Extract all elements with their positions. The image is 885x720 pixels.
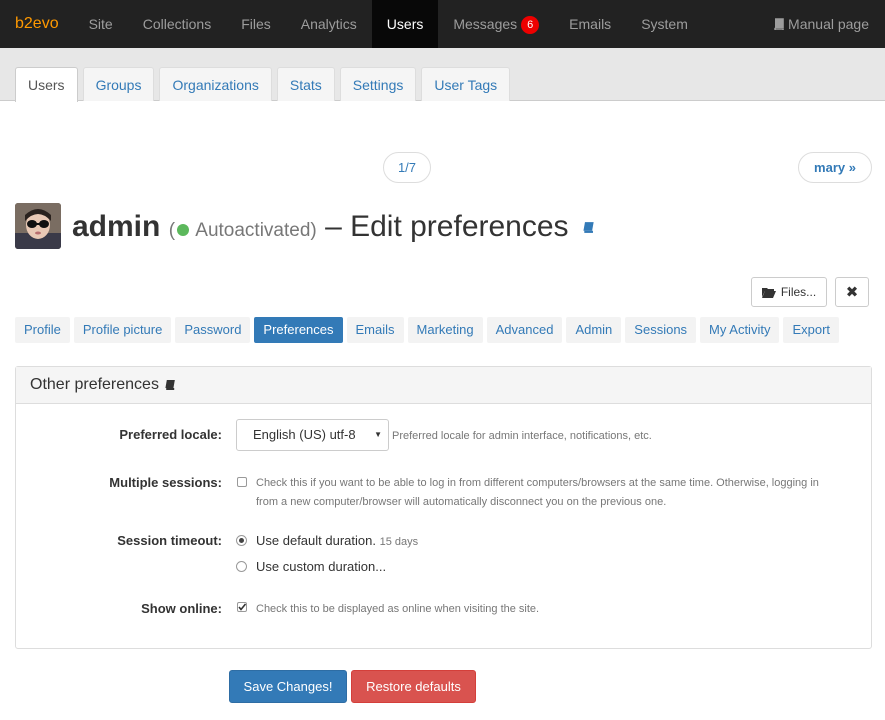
subtab-user-tags[interactable]: User Tags: [421, 67, 511, 101]
subtab-organizations[interactable]: Organizations: [159, 67, 272, 101]
save-changes-button[interactable]: Save Changes!: [229, 670, 347, 703]
manual-page-link[interactable]: Manual page: [773, 0, 869, 48]
tab-password[interactable]: Password: [175, 317, 251, 343]
custom-duration-radio[interactable]: [236, 561, 247, 572]
close-icon: ✖: [845, 284, 859, 301]
files-button[interactable]: Files...: [751, 277, 827, 307]
manual-book-icon[interactable]: [583, 208, 596, 242]
subtab-stats[interactable]: Stats: [276, 67, 335, 101]
nav-system[interactable]: System: [626, 0, 703, 48]
user-status-text: Autoactivated): [195, 220, 317, 241]
panel-header: Other preferences: [16, 367, 871, 404]
files-button-label: Files...: [780, 285, 817, 299]
session-timeout-label: Session timeout:: [117, 533, 222, 548]
subtab-settings[interactable]: Settings: [339, 67, 417, 101]
preferred-locale-value: English (US) utf-8: [253, 427, 356, 442]
default-duration-option[interactable]: Use default duration. 15 days: [256, 533, 418, 548]
panel-title: Other preferences: [30, 376, 159, 393]
brand-logo[interactable]: b2evo: [0, 0, 74, 48]
nav-messages[interactable]: Messages 6: [438, 0, 554, 48]
default-duration-radio[interactable]: [236, 535, 247, 546]
nav-analytics[interactable]: Analytics: [286, 0, 372, 48]
nav-messages-label: Messages: [453, 16, 518, 32]
nav-files[interactable]: Files: [226, 0, 286, 48]
tab-sessions[interactable]: Sessions: [625, 317, 697, 343]
user-section-tabs: Profile Profile picture Password Prefere…: [15, 317, 840, 343]
multiple-sessions-note-line2: from a new computer/browser will automat…: [256, 496, 667, 508]
tab-preferences[interactable]: Preferences: [254, 317, 343, 343]
tab-profile-picture[interactable]: Profile picture: [73, 317, 172, 343]
tab-my-activity[interactable]: My Activity: [700, 317, 780, 343]
folder-open-icon: [761, 287, 776, 298]
next-user-link[interactable]: mary »: [798, 152, 872, 183]
close-button[interactable]: ✖: [835, 277, 869, 307]
show-online-checkbox[interactable]: [237, 602, 247, 612]
multiple-sessions-label: Multiple sessions:: [109, 475, 222, 490]
user-status: ( Autoactivated): [169, 220, 317, 241]
users-subnav: Users Groups Organizations Stats Setting…: [0, 48, 885, 102]
preferred-locale-select[interactable]: English (US) utf-8 ▼: [236, 419, 389, 451]
show-online-note: Check this to be displayed as online whe…: [256, 603, 540, 615]
multiple-sessions-checkbox[interactable]: [237, 477, 247, 487]
user-login[interactable]: admin: [72, 210, 160, 243]
nav-site[interactable]: Site: [74, 0, 128, 48]
preferred-locale-note: Preferred locale for admin interface, no…: [392, 430, 652, 442]
tab-export[interactable]: Export: [783, 317, 840, 343]
manual-page-label: Manual page: [788, 16, 869, 32]
tab-admin[interactable]: Admin: [566, 317, 622, 343]
checkmark-icon: [238, 603, 247, 611]
tab-profile[interactable]: Profile: [15, 317, 70, 343]
dropdown-caret-icon: ▼: [374, 430, 382, 439]
custom-duration-option[interactable]: Use custom duration...: [256, 559, 386, 574]
user-status-open: (: [168, 220, 176, 241]
default-duration-label: Use default duration.: [256, 533, 376, 548]
nav-emails[interactable]: Emails: [554, 0, 626, 48]
nav-collections[interactable]: Collections: [128, 0, 226, 48]
nav-users[interactable]: Users: [371, 0, 439, 48]
show-online-label: Show online:: [141, 601, 222, 616]
avatar-image: [15, 203, 61, 249]
default-duration-note: 15 days: [379, 536, 419, 548]
status-dot-icon: [177, 224, 190, 236]
restore-defaults-button[interactable]: Restore defaults: [351, 670, 476, 703]
preferred-locale-label: Preferred locale:: [119, 427, 222, 442]
subtab-groups[interactable]: Groups: [82, 67, 155, 101]
tab-advanced[interactable]: Advanced: [486, 317, 563, 343]
page-title-text: – Edit preferences: [325, 210, 569, 243]
page-title: admin ( Autoactivated) – Edit preference…: [72, 208, 596, 244]
user-pager-count[interactable]: 1/7: [383, 152, 431, 183]
multiple-sessions-note-line1: Check this if you want to be able to log…: [256, 477, 819, 489]
top-navbar: b2evo Site Collections Files Analytics U…: [0, 0, 885, 48]
avatar[interactable]: [15, 203, 61, 249]
tab-marketing[interactable]: Marketing: [407, 317, 483, 343]
messages-count-badge: 6: [521, 16, 540, 34]
book-icon: [774, 18, 784, 30]
subtab-users[interactable]: Users: [15, 67, 78, 102]
book-icon[interactable]: [165, 379, 177, 391]
tab-emails[interactable]: Emails: [346, 317, 404, 343]
